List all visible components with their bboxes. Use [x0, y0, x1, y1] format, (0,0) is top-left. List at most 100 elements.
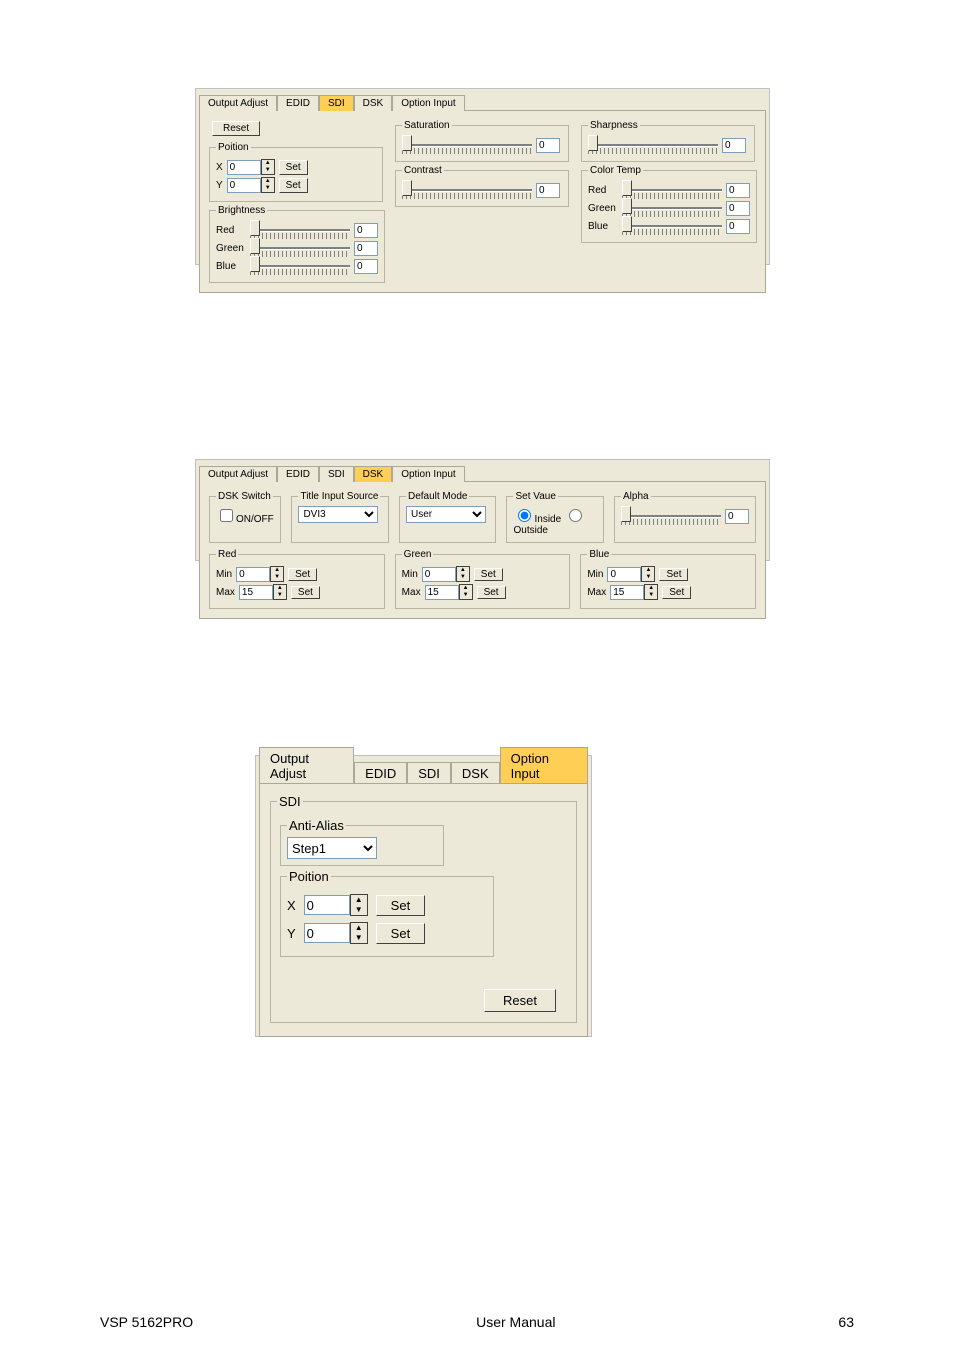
- red-max-spinner[interactable]: ▲▼: [239, 584, 287, 600]
- y-input[interactable]: [227, 178, 261, 193]
- spin-down-icon[interactable]: ▼: [351, 905, 367, 915]
- brightness-red-value[interactable]: [354, 223, 378, 238]
- red-min-set-button[interactable]: Set: [288, 568, 317, 581]
- y-spinner[interactable]: ▲▼: [227, 177, 275, 193]
- blue-max-label: Max: [587, 587, 606, 598]
- default-mode-select[interactable]: User: [406, 506, 486, 523]
- tab-edid[interactable]: EDID: [277, 95, 319, 111]
- spin-up-icon[interactable]: ▲: [271, 567, 283, 574]
- green-min-input[interactable]: [422, 567, 456, 582]
- alpha-value[interactable]: [725, 509, 749, 524]
- colortemp-blue-value[interactable]: [726, 219, 750, 234]
- spin-up-icon[interactable]: ▲: [645, 585, 657, 592]
- option-x-input[interactable]: [304, 895, 350, 915]
- option-x-set-button[interactable]: Set: [376, 895, 426, 916]
- red-min-spinner[interactable]: ▲▼: [236, 566, 284, 582]
- spin-down-icon[interactable]: ▼: [262, 185, 274, 192]
- colortemp-blue-slider[interactable]: [622, 218, 722, 234]
- spin-up-icon[interactable]: ▲: [642, 567, 654, 574]
- contrast-slider[interactable]: [402, 182, 532, 198]
- colortemp-red-slider[interactable]: [622, 182, 722, 198]
- option-y-input[interactable]: [304, 923, 350, 943]
- tab-output-adjust[interactable]: Output Adjust: [199, 466, 277, 482]
- antialias-legend: Anti-Alias: [287, 818, 346, 833]
- tab-sdi[interactable]: SDI: [319, 95, 354, 111]
- spin-down-icon[interactable]: ▼: [262, 167, 274, 174]
- tab-sdi[interactable]: SDI: [407, 762, 451, 784]
- spin-down-icon[interactable]: ▼: [274, 592, 286, 599]
- title-input-legend: Title Input Source: [298, 491, 380, 502]
- alpha-slider[interactable]: [621, 508, 721, 524]
- colortemp-red-label: Red: [588, 185, 618, 196]
- spin-up-icon[interactable]: ▲: [262, 160, 274, 167]
- colortemp-green-value[interactable]: [726, 201, 750, 216]
- tab-output-adjust[interactable]: Output Adjust: [259, 747, 354, 784]
- saturation-slider[interactable]: [402, 137, 532, 153]
- spin-down-icon[interactable]: ▼: [351, 933, 367, 943]
- red-max-set-button[interactable]: Set: [291, 586, 320, 599]
- blue-min-set-button[interactable]: Set: [659, 568, 688, 581]
- green-min-set-button[interactable]: Set: [474, 568, 503, 581]
- brightness-green-value[interactable]: [354, 241, 378, 256]
- brightness-blue-slider[interactable]: [250, 258, 350, 274]
- green-max-spinner[interactable]: ▲▼: [425, 584, 473, 600]
- spin-up-icon[interactable]: ▲: [351, 923, 367, 933]
- tab-dsk[interactable]: DSK: [451, 762, 500, 784]
- option-y-set-button[interactable]: Set: [376, 923, 426, 944]
- green-max-input[interactable]: [425, 585, 459, 600]
- contrast-value[interactable]: [536, 183, 560, 198]
- spin-up-icon[interactable]: ▲: [274, 585, 286, 592]
- x-input[interactable]: [227, 160, 261, 175]
- blue-max-set-button[interactable]: Set: [662, 586, 691, 599]
- antialias-select[interactable]: Step1: [287, 837, 377, 859]
- spin-down-icon[interactable]: ▼: [460, 592, 472, 599]
- inside-radio[interactable]: Inside: [513, 514, 561, 525]
- brightness-green-slider[interactable]: [250, 240, 350, 256]
- sharpness-slider[interactable]: [588, 137, 718, 153]
- option-reset-button[interactable]: Reset: [484, 989, 556, 1012]
- green-min-spinner[interactable]: ▲▼: [422, 566, 470, 582]
- spin-down-icon[interactable]: ▼: [645, 592, 657, 599]
- spin-down-icon[interactable]: ▼: [642, 574, 654, 581]
- alpha-group: Alpha: [614, 491, 756, 543]
- green-max-set-button[interactable]: Set: [477, 586, 506, 599]
- title-input-select[interactable]: DVI3: [298, 506, 378, 523]
- blue-min-spinner[interactable]: ▲▼: [607, 566, 655, 582]
- tab-edid[interactable]: EDID: [354, 762, 407, 784]
- x-spinner[interactable]: ▲▼: [227, 159, 275, 175]
- tab-edid[interactable]: EDID: [277, 466, 319, 482]
- spin-up-icon[interactable]: ▲: [460, 585, 472, 592]
- spin-down-icon[interactable]: ▼: [271, 574, 283, 581]
- spin-down-icon[interactable]: ▼: [457, 574, 469, 581]
- option-y-spinner[interactable]: ▲▼: [304, 922, 368, 944]
- saturation-legend: Saturation: [402, 120, 452, 131]
- blue-max-spinner[interactable]: ▲▼: [610, 584, 658, 600]
- onoff-checkbox[interactable]: ON/OFF: [216, 514, 274, 525]
- x-set-button[interactable]: Set: [279, 160, 308, 175]
- red-max-input[interactable]: [239, 585, 273, 600]
- spin-up-icon[interactable]: ▲: [351, 895, 367, 905]
- colortemp-red-value[interactable]: [726, 183, 750, 198]
- brightness-red-slider[interactable]: [250, 222, 350, 238]
- tab-option-input[interactable]: Option Input: [392, 95, 464, 111]
- reset-button[interactable]: Reset: [212, 121, 260, 136]
- tab-output-adjust[interactable]: Output Adjust: [199, 95, 277, 111]
- tab-option-input[interactable]: Option Input: [500, 747, 588, 784]
- option-x-spinner[interactable]: ▲▼: [304, 894, 368, 916]
- y-set-button[interactable]: Set: [279, 178, 308, 193]
- tab-dsk[interactable]: DSK: [354, 95, 393, 111]
- red-min-input[interactable]: [236, 567, 270, 582]
- blue-max-input[interactable]: [610, 585, 644, 600]
- spin-up-icon[interactable]: ▲: [262, 178, 274, 185]
- saturation-value[interactable]: [536, 138, 560, 153]
- tab-dsk[interactable]: DSK: [354, 466, 393, 482]
- tab-option-input[interactable]: Option Input: [392, 466, 464, 482]
- dsk-red-group: Red Min▲▼Set Max▲▼Set: [209, 549, 385, 609]
- spin-up-icon[interactable]: ▲: [457, 567, 469, 574]
- sharpness-value[interactable]: [722, 138, 746, 153]
- x-label: X: [216, 162, 223, 173]
- brightness-blue-value[interactable]: [354, 259, 378, 274]
- blue-min-input[interactable]: [607, 567, 641, 582]
- colortemp-green-slider[interactable]: [622, 200, 722, 216]
- tab-sdi[interactable]: SDI: [319, 466, 354, 482]
